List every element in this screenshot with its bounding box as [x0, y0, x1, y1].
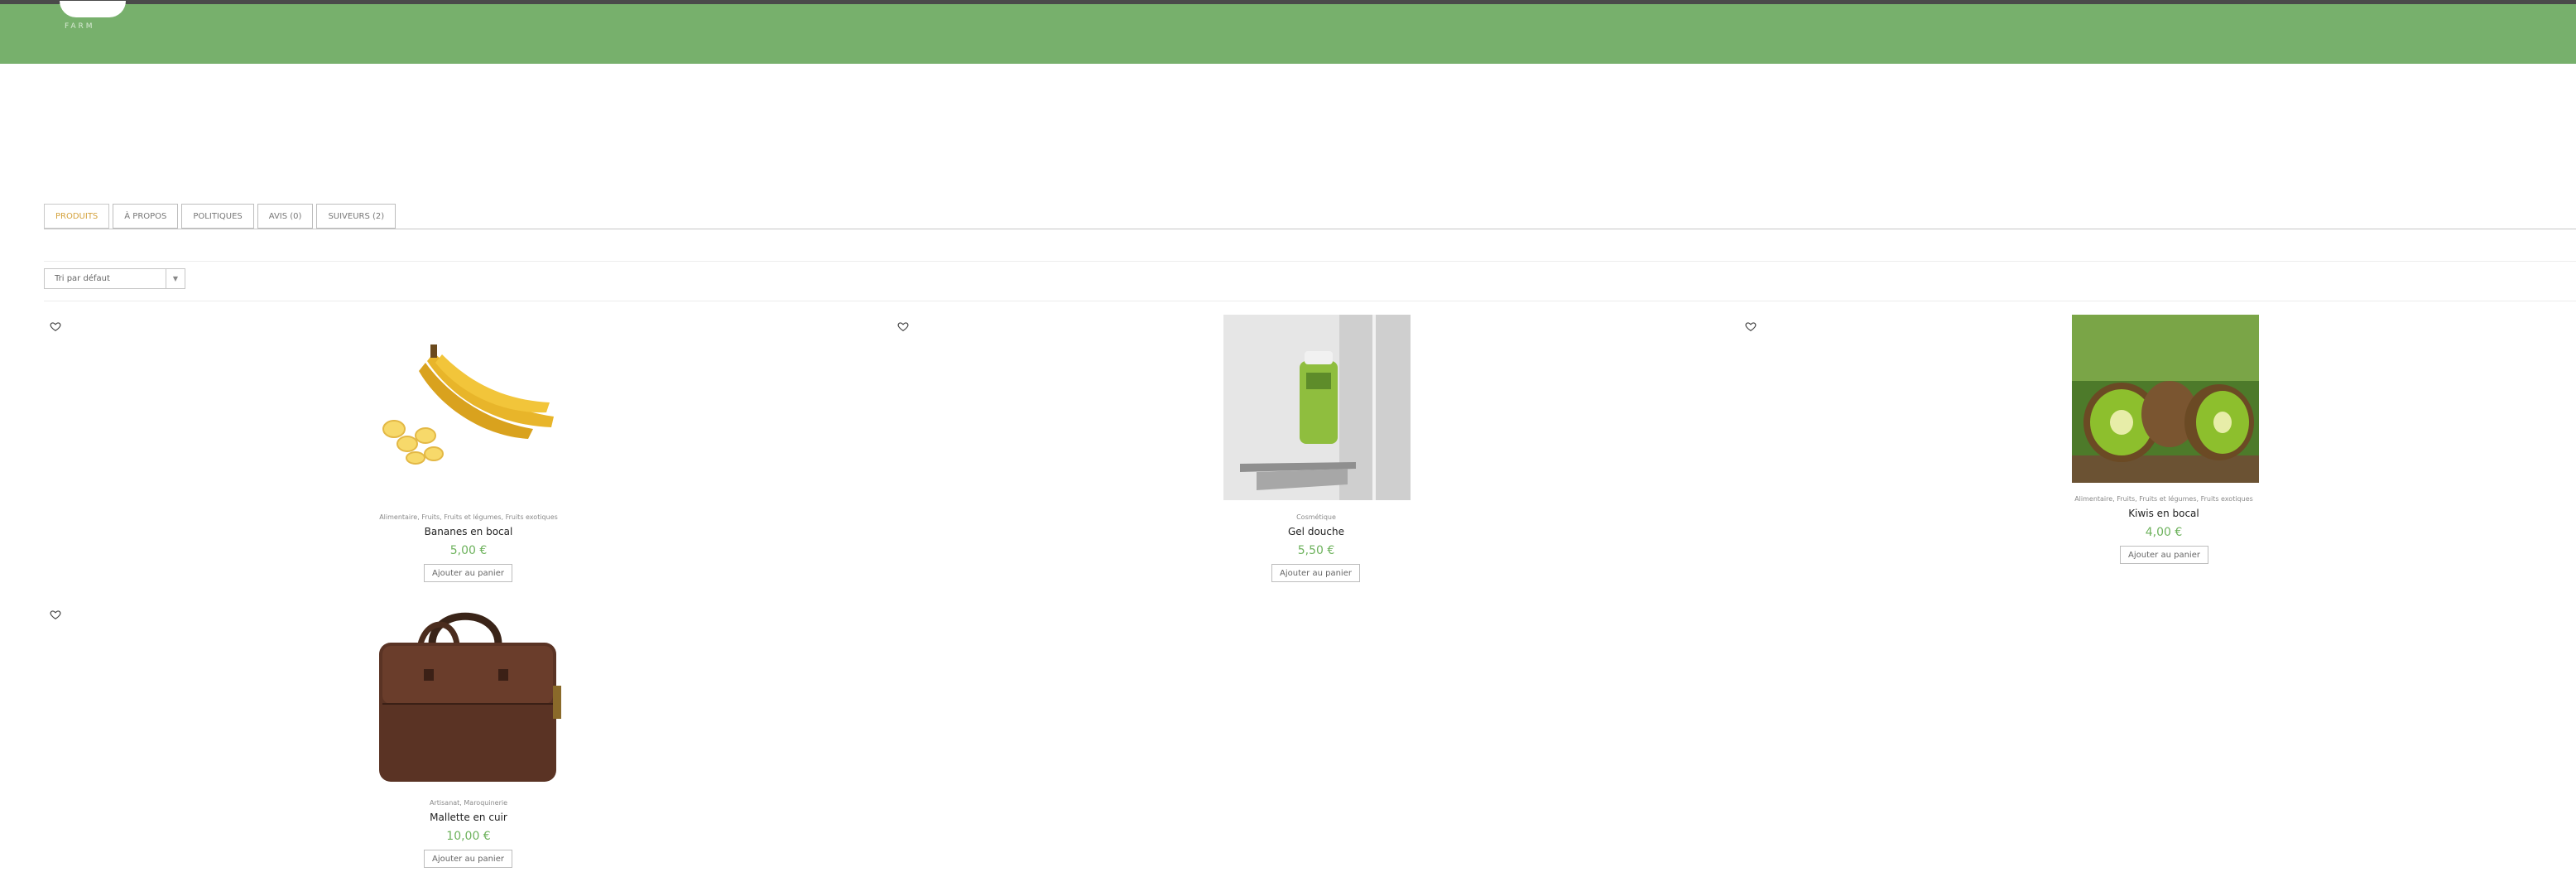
- store-tabs: PRODUITS À PROPOS POLITIQUES AVIS (0) SU…: [44, 204, 399, 229]
- wishlist-heart-icon[interactable]: [50, 320, 61, 332]
- product-price: 5,00 €: [449, 544, 488, 557]
- product-categories[interactable]: Cosmétique: [1142, 513, 1490, 521]
- add-to-cart-button[interactable]: Ajouter au panier: [424, 564, 512, 582]
- product-card: Alimentaire, Fruits, Fruits et légumes, …: [1990, 315, 2338, 571]
- tab-policies[interactable]: POLITIQUES: [181, 204, 254, 229]
- product-image-bananas[interactable]: [376, 338, 558, 466]
- product-name[interactable]: Mallette en cuir: [295, 812, 642, 823]
- product-price: 10,00 €: [446, 830, 491, 843]
- product-card: Artisanat, Maroquinerie Mallette en cuir…: [295, 603, 642, 872]
- add-to-cart-button[interactable]: Ajouter au panier: [1271, 564, 1360, 582]
- logo-text: FARM: [65, 22, 95, 31]
- product-image-leather-briefcase[interactable]: [374, 603, 563, 787]
- product-categories[interactable]: Alimentaire, Fruits, Fruits et légumes, …: [1990, 495, 2338, 503]
- sort-select-value: Tri par défaut: [55, 274, 110, 283]
- add-to-cart-button[interactable]: Ajouter au panier: [2120, 546, 2208, 564]
- wishlist-heart-icon[interactable]: [897, 320, 909, 332]
- product-image-kiwis[interactable]: [2072, 315, 2259, 483]
- logo[interactable]: [60, 1, 126, 17]
- product-name[interactable]: Bananes en bocal: [295, 526, 642, 537]
- product-price: 5,50 €: [1297, 544, 1335, 557]
- product-name[interactable]: Kiwis en bocal: [1990, 508, 2338, 519]
- wishlist-heart-icon[interactable]: [50, 609, 61, 620]
- product-price: 4,00 €: [2145, 526, 2183, 539]
- sort-select[interactable]: Tri par défaut ▼: [44, 268, 185, 289]
- tab-followers[interactable]: SUIVEURS (2): [316, 204, 396, 229]
- site-header: FARM: [0, 1, 2576, 64]
- product-card: Cosmétique Gel douche 5,50 € Ajouter au …: [1142, 315, 1490, 588]
- wishlist-heart-icon[interactable]: [1745, 320, 1757, 332]
- product-image-shower-gel[interactable]: [1223, 315, 1411, 500]
- tab-reviews[interactable]: AVIS (0): [257, 204, 314, 229]
- tab-products[interactable]: PRODUITS: [44, 204, 110, 229]
- product-categories[interactable]: Alimentaire, Fruits, Fruits et légumes, …: [295, 513, 642, 521]
- chevron-down-icon: ▼: [166, 269, 185, 288]
- product-name[interactable]: Gel douche: [1142, 526, 1490, 537]
- product-card: Alimentaire, Fruits, Fruits et légumes, …: [295, 315, 642, 588]
- product-categories[interactable]: Artisanat, Maroquinerie: [295, 799, 642, 807]
- tab-about[interactable]: À PROPOS: [113, 204, 179, 229]
- divider: [44, 261, 2576, 262]
- add-to-cart-button[interactable]: Ajouter au panier: [424, 850, 512, 868]
